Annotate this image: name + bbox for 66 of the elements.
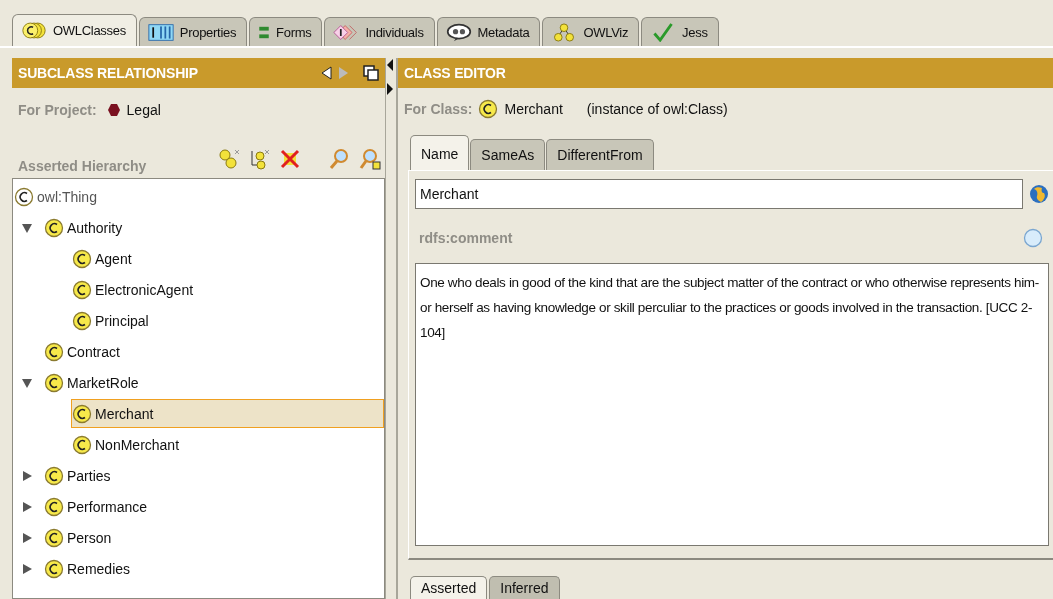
main-tab[interactable]: Forms xyxy=(249,17,323,46)
tree-item[interactable]: MarketRole xyxy=(43,368,146,397)
panel-title: SUBCLASS RELATIONSHIP xyxy=(18,65,199,81)
class-icon xyxy=(72,434,92,455)
collapsed-triangle-icon[interactable] xyxy=(21,500,33,513)
main-tab[interactable]: Jess xyxy=(641,17,719,46)
hierarchy-tab[interactable]: Asserted xyxy=(410,576,488,599)
tree-item[interactable]: Person xyxy=(43,523,119,552)
class-type: (instance of owl:Class) xyxy=(586,101,728,118)
class-icon xyxy=(72,310,92,331)
tree-item[interactable]: Parties xyxy=(43,461,118,490)
delete-icon[interactable] xyxy=(279,148,301,170)
class-name: Merchant xyxy=(504,101,563,118)
main-tab[interactable]: OWLViz xyxy=(542,17,640,46)
windows-icon[interactable] xyxy=(363,65,379,81)
expanded-triangle-icon[interactable] xyxy=(21,376,33,389)
class-icon xyxy=(72,279,92,300)
class-icon xyxy=(72,248,92,269)
main-tab[interactable]: Individuals xyxy=(324,17,435,46)
bubble-icon xyxy=(445,22,472,42)
expanded-triangle-icon[interactable] xyxy=(21,221,33,234)
property-bars-icon xyxy=(147,22,174,42)
collapsed-triangle-icon[interactable] xyxy=(21,562,33,575)
main-tab[interactable]: OWLClasses xyxy=(12,14,137,46)
class-circles-icon xyxy=(21,21,47,40)
class-icon xyxy=(72,403,92,424)
editor-tab[interactable]: SameAs xyxy=(470,138,546,170)
collapsed-triangle-icon[interactable] xyxy=(21,531,33,544)
tree-item[interactable]: Merchant xyxy=(71,399,384,428)
comment-field[interactable]: One who deals in good of the kind that are the subject matter of the contract or who otherwise represents him- or herself as having knowledge or skill perculiar to the practices or goods involved in the transaction. [UCC 2-104] xyxy=(415,262,1049,546)
collapsed-triangle-icon[interactable] xyxy=(21,469,33,482)
splitter-arrows-icon[interactable] xyxy=(386,57,394,97)
hexagon-icon xyxy=(106,103,121,117)
class-icon xyxy=(478,99,499,120)
class-icon xyxy=(44,217,64,238)
comment-label: rdfs:comment xyxy=(419,229,513,246)
editor-tab[interactable]: Name xyxy=(410,134,470,170)
main-tab[interactable]: Metadata xyxy=(436,17,541,46)
tree-item[interactable]: Contract xyxy=(43,337,127,366)
class-icon xyxy=(44,527,64,548)
class-label: For Class: xyxy=(404,101,473,118)
class-icon xyxy=(44,558,64,579)
tree-item[interactable]: Performance xyxy=(43,492,155,521)
add-sibling-icon[interactable] xyxy=(249,148,271,170)
tree-item[interactable]: ElectronicAgent xyxy=(71,275,201,304)
class-icon xyxy=(44,372,64,393)
tree-item[interactable]: Remedies xyxy=(43,554,138,583)
class-icon xyxy=(44,341,64,362)
globe-icon[interactable] xyxy=(1029,183,1049,204)
panel-title: CLASS EDITOR xyxy=(404,64,507,81)
tree-item[interactable]: owl:Thing xyxy=(13,182,104,211)
search-class-icon[interactable] xyxy=(359,148,381,170)
tree-item[interactable]: Authority xyxy=(43,213,130,242)
tree-item[interactable]: Principal xyxy=(71,306,156,335)
tree-item[interactable]: NonMerchant xyxy=(71,430,187,459)
class-icon xyxy=(44,496,64,517)
name-field[interactable]: Merchant xyxy=(415,178,1023,209)
main-tab[interactable]: Properties xyxy=(138,17,248,46)
project-name: Legal xyxy=(126,102,161,118)
diamonds-icon xyxy=(333,22,360,42)
project-label: For Project: xyxy=(18,102,97,118)
editor-tab[interactable]: DifferentFrom xyxy=(546,138,654,170)
hierarchy-label: Asserted Hierarchy xyxy=(18,158,147,174)
hierarchy-tab[interactable]: Inferred xyxy=(489,576,560,599)
tree-item[interactable]: Agent xyxy=(71,244,139,273)
class-icon xyxy=(44,465,64,486)
